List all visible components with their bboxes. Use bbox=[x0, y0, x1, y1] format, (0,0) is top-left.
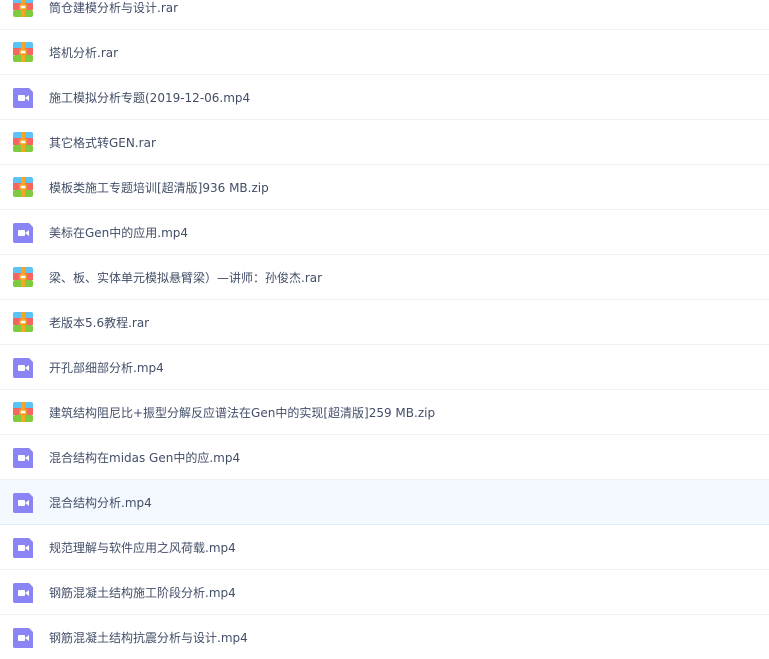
file-name[interactable]: 其它格式转GEN.rar bbox=[49, 134, 156, 151]
file-row[interactable]: 其它格式转GEN.rar bbox=[0, 120, 769, 165]
archive-file-icon bbox=[13, 177, 33, 197]
video-file-icon bbox=[13, 537, 33, 558]
video-file-icon bbox=[13, 87, 33, 108]
archive-file-icon bbox=[13, 267, 33, 287]
file-row[interactable]: 规范理解与软件应用之风荷载.mp4 bbox=[0, 525, 769, 570]
archive-file-icon bbox=[13, 0, 33, 17]
archive-file-icon bbox=[13, 42, 33, 62]
file-name[interactable]: 混合结构分析.mp4 bbox=[49, 494, 152, 511]
file-row[interactable]: 美标在Gen中的应用.mp4 bbox=[0, 210, 769, 255]
file-name[interactable]: 塔机分析.rar bbox=[49, 44, 118, 61]
video-file-icon bbox=[13, 492, 33, 513]
file-name[interactable]: 开孔部细部分析.mp4 bbox=[49, 359, 164, 376]
file-name[interactable]: 钢筋混凝土结构抗震分析与设计.mp4 bbox=[49, 629, 248, 646]
file-name[interactable]: 建筑结构阻尼比+振型分解反应谱法在Gen中的实现[超清版]259 MB.zip bbox=[49, 404, 435, 421]
file-row[interactable]: 老版本5.6教程.rar bbox=[0, 300, 769, 345]
file-list: 筒仓建模分析与设计.rar 塔机分析.rar 施工模拟分析专题(2019-12-… bbox=[0, 0, 769, 659]
file-name[interactable]: 规范理解与软件应用之风荷载.mp4 bbox=[49, 539, 236, 556]
video-file-icon bbox=[13, 222, 33, 243]
archive-file-icon bbox=[13, 312, 33, 332]
file-row[interactable]: 梁、板、实体单元模拟悬臂梁）—讲师：孙俊杰.rar bbox=[0, 255, 769, 300]
file-name[interactable]: 美标在Gen中的应用.mp4 bbox=[49, 224, 188, 241]
file-name[interactable]: 模板类施工专题培训[超清版]936 MB.zip bbox=[49, 179, 269, 196]
archive-file-icon bbox=[13, 402, 33, 422]
file-row[interactable]: 建筑结构阻尼比+振型分解反应谱法在Gen中的实现[超清版]259 MB.zip bbox=[0, 390, 769, 435]
file-row[interactable]: 混合结构在midas Gen中的应.mp4 bbox=[0, 435, 769, 480]
video-file-icon bbox=[13, 627, 33, 648]
file-row[interactable]: 钢筋混凝土结构施工阶段分析.mp4 bbox=[0, 570, 769, 615]
file-row[interactable]: 筒仓建模分析与设计.rar bbox=[0, 0, 769, 30]
file-name[interactable]: 钢筋混凝土结构施工阶段分析.mp4 bbox=[49, 584, 236, 601]
video-file-icon bbox=[13, 582, 33, 603]
file-name[interactable]: 施工模拟分析专题(2019-12-06.mp4 bbox=[49, 89, 250, 106]
file-name[interactable]: 老版本5.6教程.rar bbox=[49, 314, 149, 331]
file-row[interactable]: 钢筋混凝土结构抗震分析与设计.mp4 bbox=[0, 615, 769, 659]
archive-file-icon bbox=[13, 132, 33, 152]
file-row[interactable]: 模板类施工专题培训[超清版]936 MB.zip bbox=[0, 165, 769, 210]
file-row[interactable]: 混合结构分析.mp4 bbox=[0, 480, 769, 525]
video-file-icon bbox=[13, 357, 33, 378]
file-name[interactable]: 筒仓建模分析与设计.rar bbox=[49, 0, 178, 16]
file-name[interactable]: 梁、板、实体单元模拟悬臂梁）—讲师：孙俊杰.rar bbox=[49, 269, 322, 286]
video-file-icon bbox=[13, 447, 33, 468]
file-name[interactable]: 混合结构在midas Gen中的应.mp4 bbox=[49, 449, 240, 466]
file-row[interactable]: 开孔部细部分析.mp4 bbox=[0, 345, 769, 390]
file-row[interactable]: 塔机分析.rar bbox=[0, 30, 769, 75]
file-row[interactable]: 施工模拟分析专题(2019-12-06.mp4 bbox=[0, 75, 769, 120]
